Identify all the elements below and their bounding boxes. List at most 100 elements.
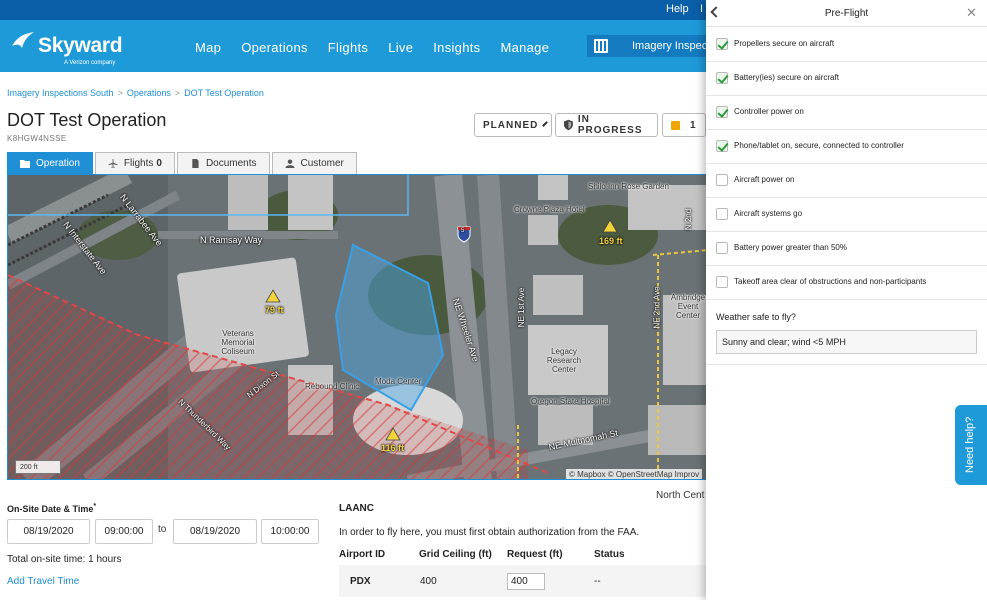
map-label-rebound: Rebound Clinic [305,382,360,391]
chevron-down-icon [542,120,549,127]
laanc-heading: LAANC [339,503,374,514]
nav-links: Map Operations Flights Live Insights Man… [195,40,569,55]
map-label-moda: Moda Center [375,377,422,386]
warning-icon [671,120,680,130]
map-label-ramsay: N Ramsay Way [200,235,263,245]
checklist-item[interactable]: Aircraft systems go [706,198,987,232]
height-label-116: 116 ft [381,443,405,453]
map-scale: 200 ft [15,460,61,474]
interstate-shield-icon: 5 [461,228,465,234]
map-label-first: NE 1st Ave [517,287,527,328]
checklist-label: Phone/tablet on, secure, connected to co… [734,141,904,150]
checkbox[interactable] [716,242,728,254]
breadcrumb: Imagery Inspections South > Operations > DOT… [7,88,264,98]
checklist-item[interactable]: Aircraft power on [706,164,987,198]
add-travel-time-link[interactable]: Add Travel Time [7,576,79,587]
tab-flights[interactable]: Flights 0 [94,152,175,174]
shield-icon [564,119,573,131]
close-icon[interactable]: ✕ [966,5,977,21]
onsite-datetime-label: On-Site Date & Time* [7,503,96,514]
nav-manage[interactable]: Manage [500,40,549,55]
col-airport-id: Airport ID [339,549,386,560]
breadcrumb-operations[interactable]: Operations [127,88,171,98]
col-request: Request (ft) [507,549,563,560]
height-label-79: 79 ft [265,305,284,315]
map-label-second: NE 2nd Ave [652,286,662,329]
cell-airport: PDX [350,576,371,587]
panel-header: Pre-Flight ✕ [706,0,987,27]
checklist-label: Aircraft power on [734,175,795,184]
planned-status-dropdown[interactable]: PLANNED [474,113,552,137]
tab-documents-label: Documents [205,158,257,169]
end-date-input[interactable]: 08/19/2020 [173,519,257,544]
breadcrumb-current[interactable]: DOT Test Operation [184,88,264,98]
checklist-item[interactable]: Controller power on [706,96,987,130]
onsite-datetime-text: On-Site Date & Time [7,504,94,514]
end-time-input[interactable]: 10:00:00 [261,519,319,544]
operation-tabs: Operation Flights 0 Documents Customer [7,152,359,174]
checklist-item[interactable]: Battery power greater than 50% [706,232,987,266]
checkbox[interactable] [716,38,728,50]
checkbox[interactable] [716,106,728,118]
org-icon [594,39,608,53]
checkbox[interactable] [716,276,728,288]
checkbox[interactable] [716,140,728,152]
page-title: DOT Test Operation [7,110,167,130]
nav-flights[interactable]: Flights [328,40,368,55]
operation-map[interactable]: N Larrabee Ave N Interstate Ave N Ramsay… [7,174,707,480]
tab-flights-count: 0 [156,158,162,169]
start-date-input[interactable]: 08/19/2020 [7,519,90,544]
in-progress-label: IN PROGRESS [577,114,643,136]
need-help-label: Need help? [964,416,976,473]
breadcrumb-org[interactable]: Imagery Inspections South [7,88,114,98]
checklist-item[interactable]: Takeoff area clear of obstructions and n… [706,266,987,300]
in-progress-button[interactable]: IN PROGRESS [555,113,658,137]
checkbox[interactable] [716,72,728,84]
advisories-button[interactable]: 1 [662,113,706,137]
required-mark: * [93,503,97,510]
checkbox[interactable] [716,208,728,220]
checklist-item[interactable]: Battery(ies) secure on aircraft [706,62,987,96]
tab-documents[interactable]: Documents [176,152,270,174]
breadcrumb-chevron-icon: > [117,88,123,98]
planned-label: PLANNED [483,119,539,131]
user-icon [285,159,295,168]
need-help-tab[interactable]: Need help? [955,405,987,485]
tab-operation-label: Operation [36,158,80,169]
checklist-item[interactable]: Propellers secure on aircraft [706,28,987,62]
tab-operation[interactable]: Operation [7,152,93,174]
divider [706,364,987,365]
map-label-second-north: N 2nd [684,208,694,231]
brand-name: Skyward [38,34,123,57]
tab-flights-label: Flights [123,158,154,169]
nav-insights[interactable]: Insights [433,40,480,55]
preflight-panel: Pre-Flight ✕ Propellers secure on aircra… [706,0,987,600]
tab-customer[interactable]: Customer [271,152,357,174]
to-label: to [158,524,167,535]
tab-customer-label: Customer [300,158,344,169]
checklist-item[interactable]: Phone/tablet on, secure, connected to co… [706,130,987,164]
brand-tagline: A Verizon company [64,60,116,66]
nav-operations[interactable]: Operations [241,40,308,55]
operation-id: K8HGW4NSSE [7,134,67,143]
org-switcher[interactable]: Imagery Inspectio [587,35,719,57]
checklist-label: Takeoff area clear of obstructions and n… [734,277,927,286]
checkbox[interactable] [716,174,728,186]
airplane-icon [108,159,118,168]
help-link[interactable]: Help [666,3,689,15]
map-label-crowne: Crowne Plaza Hotel [514,205,585,214]
skyward-bird-icon [12,32,34,48]
nav-map[interactable]: Map [195,40,221,55]
region-label: North Cent [656,490,705,501]
map-label-shilo: Shilo Inn Rose Garden [588,182,669,191]
document-icon [192,159,199,168]
map-attribution[interactable]: © Mapbox © OpenStreetMap Improv [566,469,703,479]
checklist-label: Controller power on [734,107,804,116]
map-label-veterans: Veterans Memorial Coliseum [221,329,255,356]
request-height-input[interactable]: 400 [507,573,545,590]
map-label-ambridge: Ambridge Event Center [670,293,706,320]
checklist-label: Battery power greater than 50% [734,243,847,252]
weather-input[interactable]: Sunny and clear; wind <5 MPH [716,330,977,354]
start-time-input[interactable]: 09:00:00 [95,519,153,544]
nav-live[interactable]: Live [388,40,413,55]
